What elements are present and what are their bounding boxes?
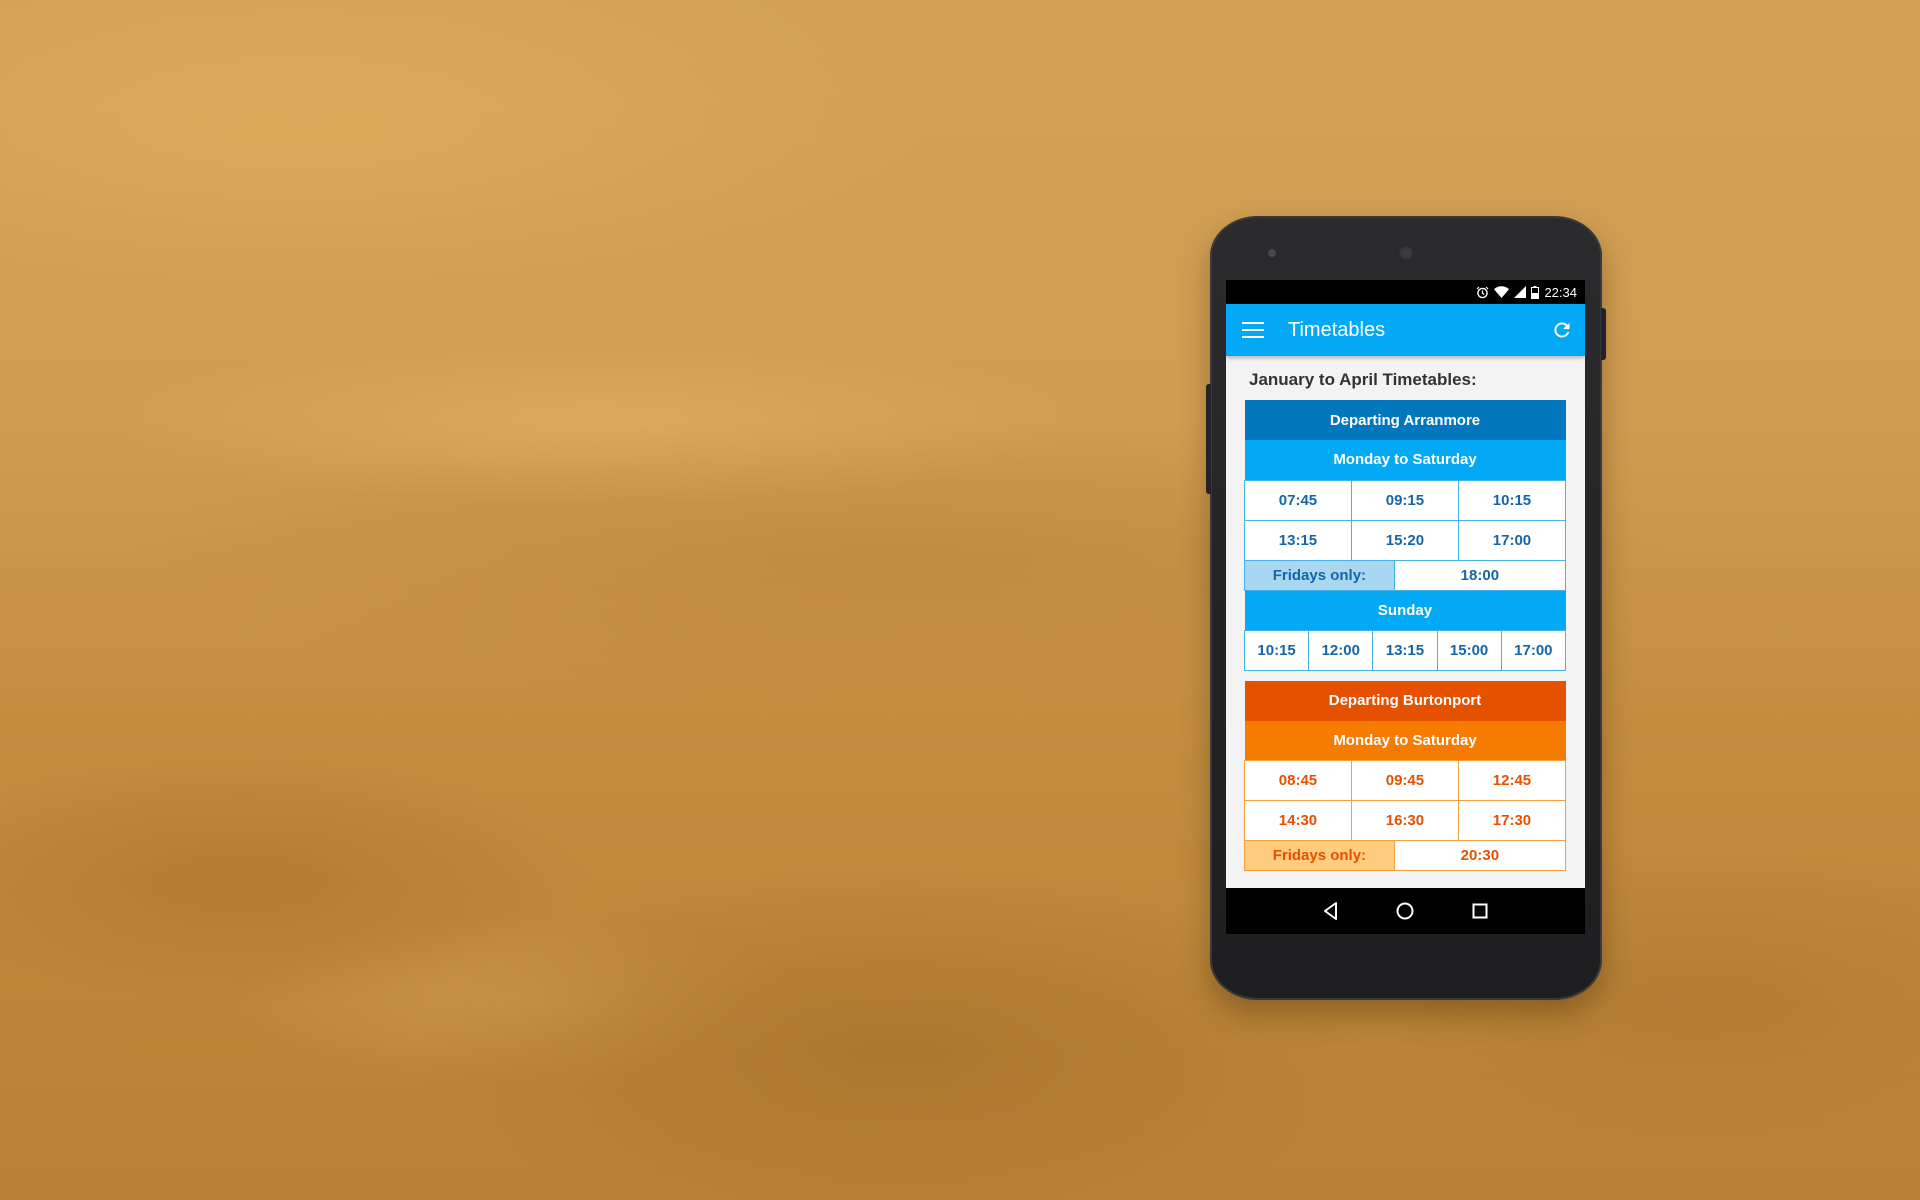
status-bar: 22:34	[1226, 280, 1585, 304]
burtonport-weekday-header: Monday to Saturday	[1244, 720, 1566, 761]
timetable-content[interactable]: January to April Timetables: Departing A…	[1226, 356, 1585, 888]
phone-front-camera	[1398, 245, 1414, 261]
home-circle-icon[interactable]	[1393, 899, 1417, 923]
time-cell: 15:00	[1436, 629, 1502, 671]
arranmore-timetable: Departing Arranmore Monday to Saturday 0…	[1243, 400, 1567, 671]
arranmore-departing-header: Departing Arranmore	[1244, 400, 1566, 440]
time-cell: 15:20	[1350, 519, 1459, 561]
phone-screen: 22:34 Timetables January to April Timeta…	[1226, 280, 1585, 934]
time-cell: 10:15	[1243, 629, 1310, 671]
time-cell: 12:45	[1457, 760, 1567, 801]
arranmore-sunday-header: Sunday	[1244, 590, 1566, 630]
arranmore-weekday-header: Monday to Saturday	[1244, 440, 1566, 480]
refresh-icon[interactable]	[1551, 319, 1573, 341]
time-cell: 13:15	[1244, 519, 1352, 561]
time-cell: 17:30	[1457, 800, 1567, 841]
hamburger-menu-icon[interactable]	[1242, 322, 1264, 338]
app-title: Timetables	[1288, 318, 1386, 341]
android-nav-bar	[1226, 888, 1585, 934]
time-cell: 12:00	[1308, 629, 1374, 671]
back-triangle-icon[interactable]	[1319, 899, 1343, 923]
time-cell: 10:15	[1457, 479, 1567, 521]
burtonport-timetable: Departing Burtonport Monday to Saturday …	[1244, 680, 1567, 871]
fridays-only-label: Fridays only:	[1244, 559, 1395, 591]
time-cell: 14:30	[1244, 800, 1352, 841]
burtonport-departing-header: Departing Burtonport	[1244, 680, 1566, 721]
signal-icon	[1514, 286, 1527, 298]
phone-sensor	[1268, 249, 1276, 257]
time-cell: 13:15	[1372, 629, 1438, 671]
battery-icon	[1531, 285, 1540, 299]
time-cell: 07:45	[1244, 479, 1352, 521]
app-bar: Timetables	[1226, 304, 1585, 356]
blurred-coastline-background	[0, 0, 1920, 1200]
time-cell: 17:00	[1500, 629, 1567, 671]
fridays-only-label: Fridays only:	[1244, 840, 1395, 871]
fridays-only-time: 18:00	[1393, 559, 1567, 591]
wifi-icon	[1494, 286, 1510, 298]
recents-square-icon[interactable]	[1468, 899, 1492, 923]
fridays-only-time: 20:30	[1393, 840, 1567, 871]
page-heading: January to April Timetables:	[1249, 370, 1477, 389]
time-cell: 08:45	[1244, 760, 1352, 801]
phone-power-button	[1601, 308, 1606, 360]
status-time: 22:34	[1544, 284, 1577, 300]
time-cell: 16:30	[1350, 800, 1459, 841]
time-cell: 09:45	[1350, 760, 1459, 801]
time-cell: 09:15	[1350, 479, 1459, 521]
time-cell: 17:00	[1457, 519, 1567, 561]
alarm-icon	[1477, 286, 1489, 298]
phone-volume-button	[1206, 384, 1211, 494]
phone-mockup: 22:34 Timetables January to April Timeta…	[1206, 216, 1606, 1000]
